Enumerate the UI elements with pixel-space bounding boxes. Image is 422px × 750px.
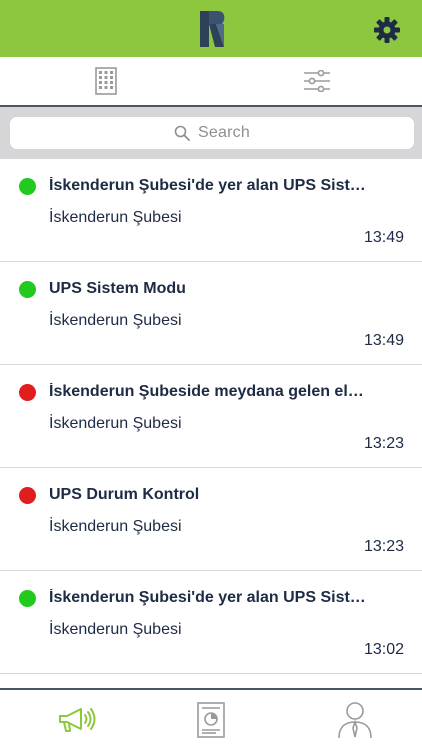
bottom-tab-bar [0, 688, 422, 750]
search-placeholder: Search [198, 124, 250, 141]
item-time: 13:23 [363, 538, 404, 555]
item-time: 13:49 [363, 332, 404, 349]
building-icon [94, 67, 117, 95]
segment-bar [0, 57, 422, 107]
megaphone-icon [59, 708, 96, 732]
tab-announcements[interactable] [7, 690, 147, 750]
sliders-icon [303, 70, 330, 92]
status-dot [19, 384, 36, 401]
list-item[interactable]: UPS Sistem Modu İskenderun Şubesi 13:49 [0, 262, 422, 365]
search-input[interactable]: Search [10, 117, 414, 149]
list-item[interactable]: UPS Durum Kontrol İskenderun Şubesi 13:2… [0, 468, 422, 571]
segment-buildings[interactable] [0, 57, 211, 105]
item-subtitle: İskenderun Şubesi [49, 209, 182, 226]
item-time: 13:49 [363, 229, 404, 246]
tab-reports[interactable] [141, 690, 281, 750]
tab-profile[interactable] [285, 690, 422, 750]
n-logo-icon [200, 11, 225, 47]
list-item[interactable]: İskenderun Şubesi'de yer alan UPS Sist… … [0, 571, 422, 674]
item-title: UPS Durum Kontrol [49, 486, 200, 503]
item-time: 13:02 [363, 641, 404, 658]
search-icon [174, 125, 190, 141]
item-subtitle: İskenderun Şubesi [49, 518, 182, 535]
item-subtitle: İskenderun Şubesi [49, 415, 182, 432]
item-title: İskenderun Şubesi'de yer alan UPS Sist… [49, 589, 366, 606]
status-dot [19, 178, 36, 195]
app-header [0, 0, 422, 57]
gear-icon[interactable] [373, 16, 401, 44]
status-dot [19, 281, 36, 298]
item-title: İskenderun Şubeside meydana gelen el… [49, 383, 364, 400]
notification-list: İskenderun Şubesi'de yer alan UPS Sist… … [0, 159, 422, 688]
item-time: 13:23 [363, 435, 404, 452]
list-item[interactable]: İskenderun Şubesi'de yer alan UPS Sist… … [0, 159, 422, 262]
item-title: UPS Sistem Modu [49, 280, 186, 297]
search-area: Search [0, 107, 422, 159]
list-item[interactable]: İskenderun Şubeside meydana gelen el… İs… [0, 365, 422, 468]
item-subtitle: İskenderun Şubesi [49, 312, 182, 329]
segment-filters[interactable] [211, 57, 422, 105]
item-subtitle: İskenderun Şubesi [49, 621, 182, 638]
user-icon [338, 702, 372, 739]
status-dot [19, 487, 36, 504]
item-title: İskenderun Şubesi'de yer alan UPS Sist… [49, 177, 366, 194]
status-dot [19, 590, 36, 607]
report-icon [197, 702, 225, 738]
